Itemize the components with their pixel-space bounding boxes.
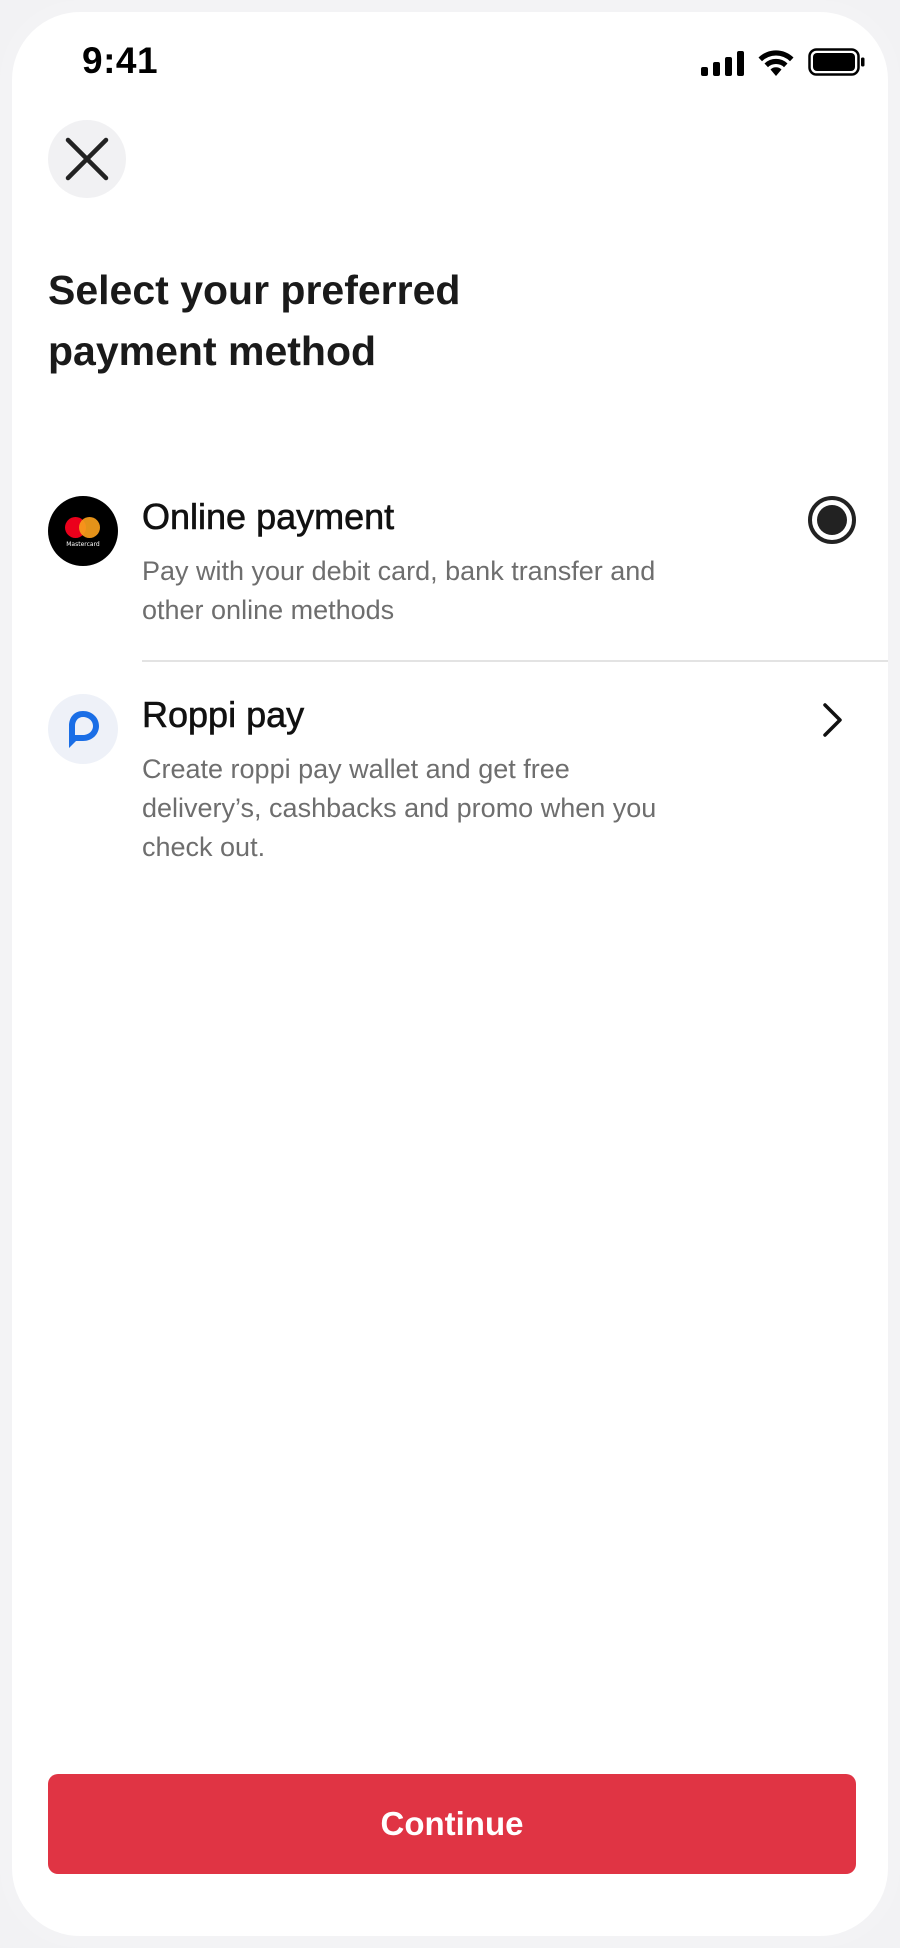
status-icons [701,48,866,76]
mastercard-logo-text: Mastercard [66,541,100,548]
battery-icon [808,48,866,76]
option-roppi-pay[interactable]: Roppi pay Create roppi pay wallet and ge… [48,682,888,882]
roppi-pay-icon [48,694,118,764]
phone-screen: 9:41 Select your preferred payment metho… [0,0,900,1948]
option-description: Create roppi pay wallet and get free del… [142,754,657,862]
option-description: Pay with your debit card, bank transfer … [142,556,656,625]
mastercard-icon: Mastercard [48,496,118,566]
chevron-right-icon[interactable] [822,702,844,743]
wifi-icon [758,50,794,76]
status-time: 9:41 [82,40,159,81]
continue-button[interactable]: Continue [48,1774,856,1874]
radio-dot [817,505,847,535]
option-title: Roppi pay [142,694,305,736]
close-button[interactable] [48,120,126,198]
page-title: Select your preferred payment method [48,267,461,374]
close-icon [65,137,109,181]
signal-icon [701,50,744,76]
divider [142,660,888,662]
option-title: Online payment [142,496,395,538]
selected-radio-button[interactable] [808,496,856,544]
option-online-payment[interactable]: Mastercard Online payment Pay with your … [48,484,888,654]
